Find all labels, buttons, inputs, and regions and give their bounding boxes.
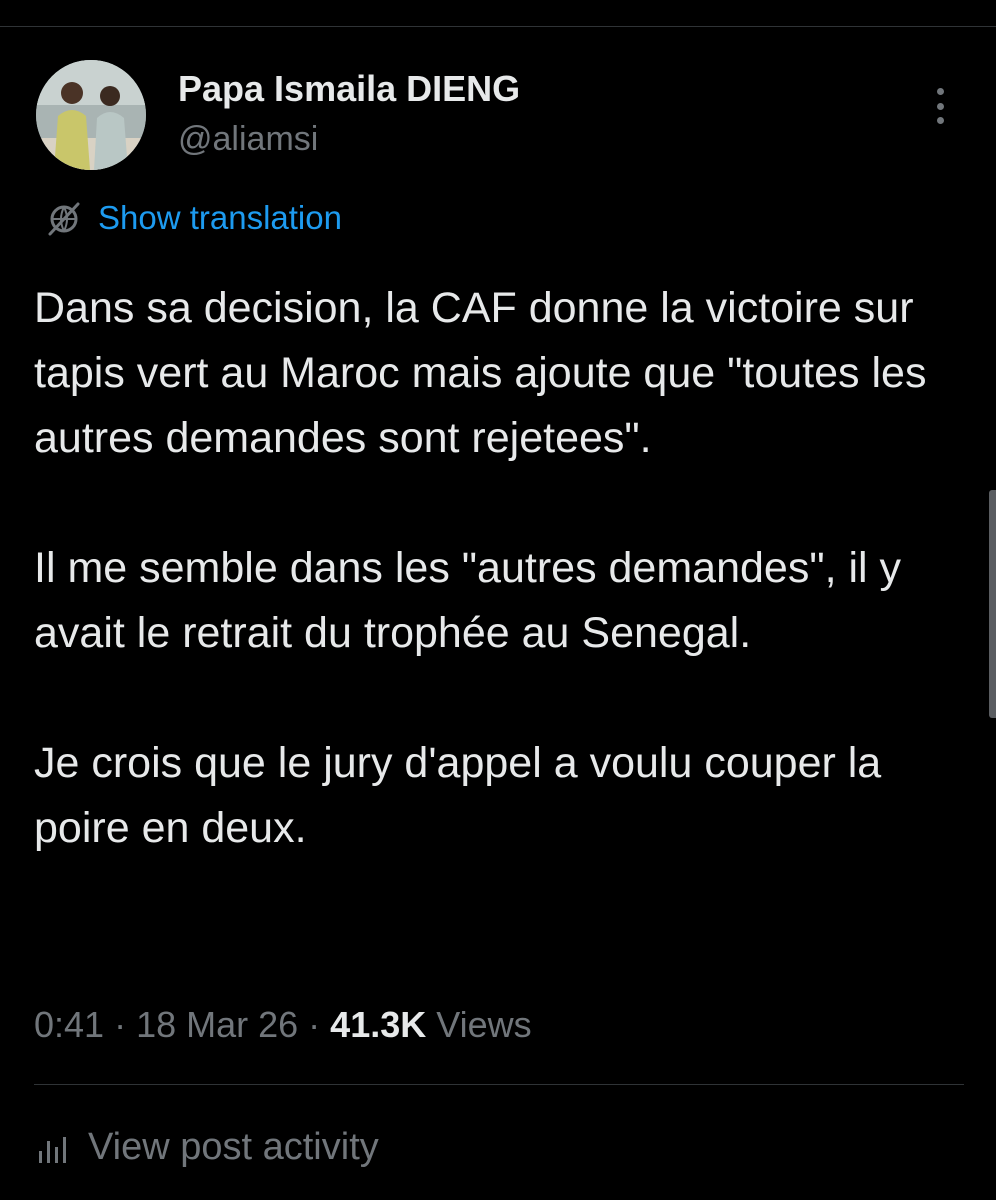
author-name[interactable]: Papa Ismaila DIENG — [178, 68, 520, 110]
author-handle[interactable]: @aliamsi — [178, 120, 318, 159]
view-post-activity-button[interactable]: View post activity — [36, 1126, 379, 1169]
bar-chart-icon — [39, 1136, 66, 1163]
translate-globe-icon — [48, 202, 80, 236]
more-vertical-icon-dot — [936, 117, 944, 124]
post-date[interactable]: 18 Mar 26 — [136, 1004, 298, 1045]
meta-separator: · — [104, 1004, 137, 1045]
scrollbar[interactable] — [989, 490, 996, 718]
post-text: Dans sa decision, la CAF donne la victoi… — [34, 276, 964, 861]
views-label: Views — [426, 1004, 532, 1045]
more-vertical-icon — [936, 88, 944, 95]
avatar-photo — [36, 60, 146, 170]
meta-separator: · — [298, 1004, 331, 1045]
views-count: 41.3K — [330, 1004, 427, 1045]
show-translation-label: Show translation — [98, 199, 342, 236]
avatar[interactable] — [36, 60, 146, 170]
view-post-activity-label: View post activity — [88, 1126, 379, 1168]
show-translation-link[interactable]: Show translation — [44, 198, 342, 238]
post-metadata: 0:41 · 18 Mar 26 · 41.3K Views — [34, 1004, 532, 1046]
more-options-button[interactable] — [922, 84, 958, 128]
post-paragraph: Il me semble dans les "autres demandes",… — [34, 544, 902, 657]
more-vertical-icon-dot — [936, 102, 944, 110]
divider — [34, 1084, 964, 1085]
post-time[interactable]: 0:41 — [34, 1004, 104, 1045]
top-divider — [0, 26, 996, 27]
post-paragraph: Je crois que le jury d'appel a voulu cou… — [34, 739, 882, 852]
post-paragraph: Dans sa decision, la CAF donne la victoi… — [34, 284, 927, 462]
